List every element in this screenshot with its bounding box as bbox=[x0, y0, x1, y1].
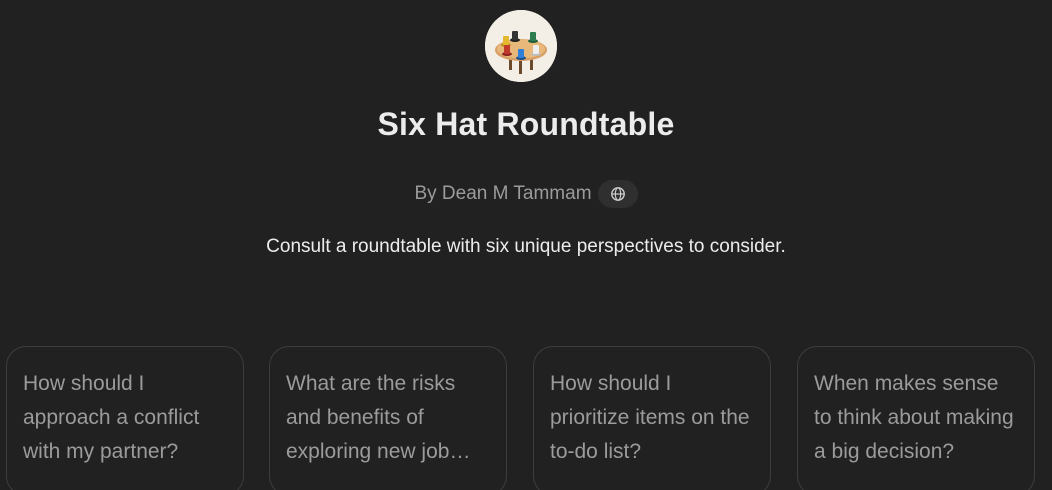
gpt-avatar bbox=[485, 10, 557, 82]
gpt-intro: Six Hat Roundtable By Dean M Tammam Cons… bbox=[0, 0, 1052, 490]
starter-text: When makes sense to think about making a… bbox=[814, 372, 1014, 463]
starter-text: How should I prioritize items on the to-… bbox=[550, 372, 750, 463]
author-website-button[interactable] bbox=[597, 180, 638, 208]
conversation-starter[interactable]: How should I prioritize items on the to-… bbox=[533, 346, 771, 490]
conversation-starter[interactable]: What are the risks and benefits of explo… bbox=[269, 346, 507, 490]
starter-text: What are the risks and benefits of explo… bbox=[286, 372, 456, 463]
gpt-description: Consult a roundtable with six unique per… bbox=[266, 236, 786, 257]
roundtable-hats-image bbox=[485, 10, 557, 82]
conversation-starter[interactable]: When makes sense to think about making a… bbox=[797, 346, 1035, 490]
globe-icon bbox=[610, 187, 625, 201]
starter-text: How should I approach a conflict with my… bbox=[23, 372, 200, 463]
conversation-starter[interactable]: How should I approach a conflict with my… bbox=[6, 346, 244, 490]
author-name: By Dean M Tammam bbox=[414, 183, 592, 204]
author-line: By Dean M Tammam bbox=[0, 180, 1052, 208]
gpt-title: Six Hat Roundtable bbox=[377, 106, 675, 142]
